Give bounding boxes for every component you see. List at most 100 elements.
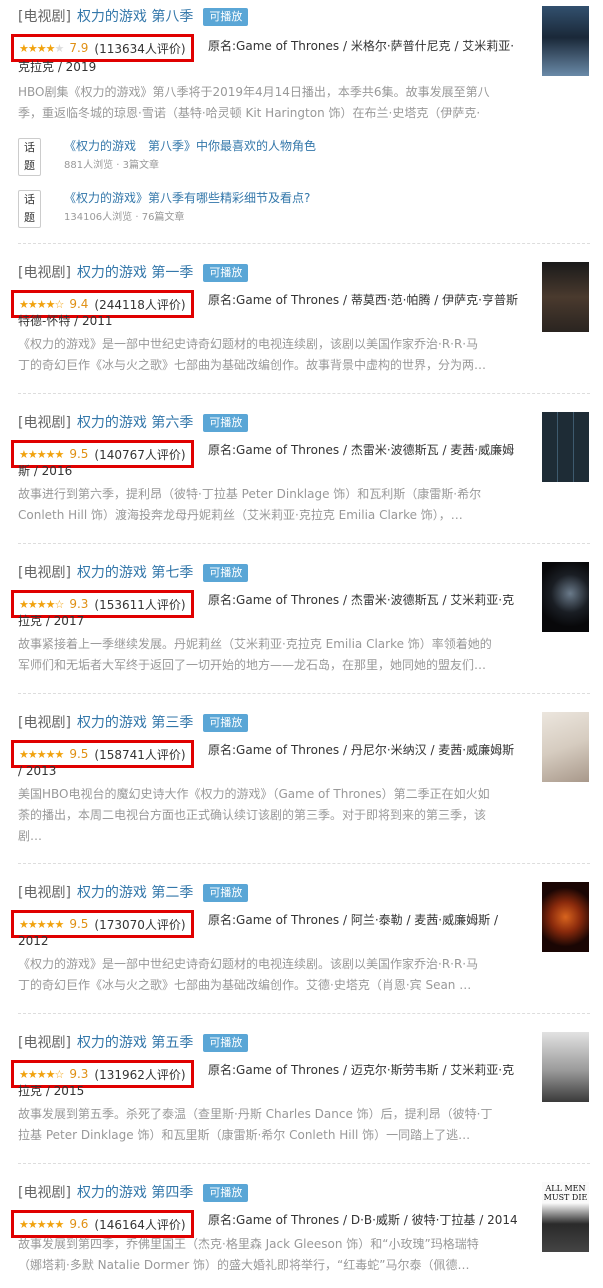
meta-line: 克拉克 / 2019: [18, 60, 97, 74]
meta-line: 原名:Game of Thrones / 迈克尔·斯劳韦斯 / 艾米莉亚·克: [208, 1063, 515, 1077]
poster-image[interactable]: [542, 882, 589, 952]
meta-info: 原名:Game of Thrones / 蒂莫西·范·帕腾 / 伊萨克·亨普斯 …: [18, 290, 530, 332]
playable-badge[interactable]: 可播放: [203, 414, 249, 432]
topic-tag: 话题: [18, 138, 41, 176]
meta-line: 拉克 / 2015: [18, 1084, 85, 1098]
meta-line: 2012: [18, 934, 49, 948]
topic-meta: 134106人浏览 · 76篇文章: [64, 212, 185, 223]
description-line: 拉基 Peter Dinklage 饰）和瓦里斯（康雷斯·希尔 Conleth …: [18, 1128, 471, 1142]
divider: [18, 243, 590, 244]
playable-badge[interactable]: 可播放: [203, 564, 249, 582]
description-line: Conleth Hill 饰）渡海投奔龙母丹妮莉丝（艾米莉亚·克拉克 Emili…: [18, 508, 463, 522]
category-label: [电视剧]: [18, 565, 71, 581]
description: 《权力的游戏》是一部中世纪史诗奇幻题材的电视连续剧，该剧以美国作家乔治·R·R·…: [18, 334, 530, 376]
topic-tag: 话题: [18, 190, 41, 228]
meta-info: 原名:Game of Thrones / 丹尼尔·米纳汉 / 麦茜·威廉姆斯 /…: [18, 740, 530, 782]
meta-info: 原名:Game of Thrones / 杰雷米·波德斯瓦 / 麦茜·威廉姆 斯…: [18, 440, 530, 482]
divider: [18, 1163, 590, 1164]
title-link[interactable]: 权力的游戏 第一季: [77, 265, 193, 281]
description-line: 故事发展到第四季，乔佛里国王（杰克·格里森 Jack Gleeson 饰）和“小…: [18, 1237, 479, 1251]
playable-badge[interactable]: 可播放: [203, 884, 249, 902]
poster-image[interactable]: ALL MEN MUST DIE: [542, 1182, 589, 1252]
meta-line: 拉克 / 2017: [18, 614, 85, 628]
description-line: 丁的奇幻巨作《冰与火之歌》七部曲为基础改编创作。故事背景中虚构的世界，分为两…: [18, 358, 487, 372]
poster-image[interactable]: [542, 262, 589, 332]
meta-line: 原名:Game of Thrones / 阿兰·泰勒 / 麦茜·威廉姆斯 /: [208, 913, 498, 927]
title-link[interactable]: 权力的游戏 第五季: [77, 1035, 193, 1051]
title-link[interactable]: 权力的游戏 第六季: [77, 415, 193, 431]
topic-title-link[interactable]: 《权力的游戏 第八季》中你最喜欢的人物角色: [64, 136, 316, 156]
category-label: [电视剧]: [18, 265, 71, 281]
poster-image[interactable]: [542, 712, 589, 782]
description: 故事发展到第五季。杀死了泰温（查里斯·丹斯 Charles Dance 饰）后，…: [18, 1104, 530, 1146]
description: HBO剧集《权力的游戏》第八季将于2019年4月14日播出，本季共6集。故事发展…: [18, 82, 530, 124]
description: 美国HBO电视台的魔幻史诗大作《权力的游戏》（Game of Thrones）第…: [18, 784, 530, 847]
description-line: 军师们和无垢者大军终于返回了一切开始的地方——龙石岛，在那里，她同她的盟友们…: [18, 658, 487, 672]
playable-badge[interactable]: 可播放: [203, 1184, 249, 1202]
category-label: [电视剧]: [18, 715, 71, 731]
divider: [18, 1013, 590, 1014]
result-title-row: [电视剧] 权力的游戏 第一季 可播放: [18, 262, 249, 284]
meta-info: 原名:Game of Thrones / 迈克尔·斯劳韦斯 / 艾米莉亚·克 拉…: [18, 1060, 530, 1102]
result-title-row: [电视剧] 权力的游戏 第八季 可播放: [18, 6, 249, 28]
topic-title-link[interactable]: 《权力的游戏》第八季有哪些精彩细节及看点?: [64, 188, 310, 208]
description-line: （娜塔莉·多默 Natalie Dormer 饰）的盛大婚礼即将举行，“红毒蛇”…: [18, 1258, 470, 1272]
description-line: 季，重返临冬城的琼恩·雪诺（基特·哈灵顿 Kit Harington 饰）在布兰…: [18, 106, 481, 120]
poster-image[interactable]: [542, 412, 589, 482]
meta-line: 原名:Game of Thrones / D·B·威斯 / 彼特·丁拉基 / 2…: [208, 1213, 518, 1227]
description-line: 荼的播出，本周二电视台方面也正式确认续订该剧的第三季。对于即将到来的第三季，该: [18, 808, 487, 822]
title-link[interactable]: 权力的游戏 第七季: [77, 565, 193, 581]
category-label: [电视剧]: [18, 9, 71, 25]
playable-badge[interactable]: 可播放: [203, 264, 249, 282]
playable-badge[interactable]: 可播放: [203, 1034, 249, 1052]
meta-info: 原名:Game of Thrones / 阿兰·泰勒 / 麦茜·威廉姆斯 / 2…: [18, 910, 530, 952]
description: 故事进行到第六季，提利昂（彼特·丁拉基 Peter Dinklage 饰）和瓦利…: [18, 484, 530, 526]
meta-info: 原名:Game of Thrones / D·B·威斯 / 彼特·丁拉基 / 2…: [18, 1210, 530, 1231]
category-label: [电视剧]: [18, 885, 71, 901]
divider: [18, 543, 590, 544]
meta-info: 原名:Game of Thrones / 米格尔·萨普什尼克 / 艾米莉亚· 克…: [18, 36, 530, 78]
description-line: 美国HBO电视台的魔幻史诗大作《权力的游戏》（Game of Thrones）第…: [18, 787, 490, 801]
topic-meta: 881人浏览 · 3篇文章: [64, 160, 159, 171]
category-label: [电视剧]: [18, 1035, 71, 1051]
description-line: 故事发展到第五季。杀死了泰温（查里斯·丹斯 Charles Dance 饰）后，…: [18, 1107, 493, 1121]
meta-line: 原名:Game of Thrones / 杰雷米·波德斯瓦 / 麦茜·威廉姆: [208, 443, 515, 457]
description-line: 《权力的游戏》是一部中世纪史诗奇幻题材的电视连续剧。该剧以美国作家乔治·R·R·…: [18, 957, 479, 971]
poster-image[interactable]: [542, 1032, 589, 1102]
category-label: [电视剧]: [18, 1185, 71, 1201]
description: 故事紧接着上一季继续发展。丹妮莉丝（艾米莉亚·克拉克 Emilia Clarke…: [18, 634, 530, 676]
result-title-row: [电视剧] 权力的游戏 第二季 可播放: [18, 882, 249, 904]
meta-line: / 2013: [18, 764, 57, 778]
description-line: 丁的奇幻巨作《冰与火之歌》七部曲为基础改编创作。艾德·史塔克（肖恩·宾 Sean…: [18, 978, 472, 992]
playable-badge[interactable]: 可播放: [203, 714, 249, 732]
poster-image[interactable]: [542, 6, 589, 76]
result-title-row: [电视剧] 权力的游戏 第三季 可播放: [18, 712, 249, 734]
meta-line: 原名:Game of Thrones / 蒂莫西·范·帕腾 / 伊萨克·亨普斯: [208, 293, 518, 307]
description-line: 故事进行到第六季，提利昂（彼特·丁拉基 Peter Dinklage 饰）和瓦利…: [18, 487, 482, 501]
divider: [18, 863, 590, 864]
description: 故事发展到第四季，乔佛里国王（杰克·格里森 Jack Gleeson 饰）和“小…: [18, 1234, 530, 1276]
result-title-row: [电视剧] 权力的游戏 第五季 可播放: [18, 1032, 249, 1054]
playable-badge[interactable]: 可播放: [203, 8, 249, 26]
meta-line: 斯 / 2016: [18, 464, 73, 478]
title-link[interactable]: 权力的游戏 第二季: [77, 885, 193, 901]
title-link[interactable]: 权力的游戏 第四季: [77, 1185, 193, 1201]
category-label: [电视剧]: [18, 415, 71, 431]
result-title-row: [电视剧] 权力的游戏 第四季 可播放: [18, 1182, 249, 1204]
result-title-row: [电视剧] 权力的游戏 第七季 可播放: [18, 562, 249, 584]
meta-info: 原名:Game of Thrones / 杰雷米·波德斯瓦 / 艾米莉亚·克 拉…: [18, 590, 530, 632]
poster-text: ALL MEN MUST DIE: [543, 1184, 588, 1202]
meta-line: 原名:Game of Thrones / 丹尼尔·米纳汉 / 麦茜·威廉姆斯: [208, 743, 515, 757]
description-line: 《权力的游戏》是一部中世纪史诗奇幻题材的电视连续剧，该剧以美国作家乔治·R·R·…: [18, 337, 479, 351]
description: 《权力的游戏》是一部中世纪史诗奇幻题材的电视连续剧。该剧以美国作家乔治·R·R·…: [18, 954, 530, 996]
divider: [18, 693, 590, 694]
description-line: 故事紧接着上一季继续发展。丹妮莉丝（艾米莉亚·克拉克 Emilia Clarke…: [18, 637, 492, 651]
meta-line: 特德-怀特 / 2011: [18, 314, 113, 328]
title-link[interactable]: 权力的游戏 第八季: [77, 9, 193, 25]
title-link[interactable]: 权力的游戏 第三季: [77, 715, 193, 731]
meta-line: 原名:Game of Thrones / 米格尔·萨普什尼克 / 艾米莉亚·: [208, 39, 515, 53]
poster-image[interactable]: [542, 562, 589, 632]
description-line: 剧…: [18, 829, 43, 843]
meta-line: 原名:Game of Thrones / 杰雷米·波德斯瓦 / 艾米莉亚·克: [208, 593, 515, 607]
result-title-row: [电视剧] 权力的游戏 第六季 可播放: [18, 412, 249, 434]
